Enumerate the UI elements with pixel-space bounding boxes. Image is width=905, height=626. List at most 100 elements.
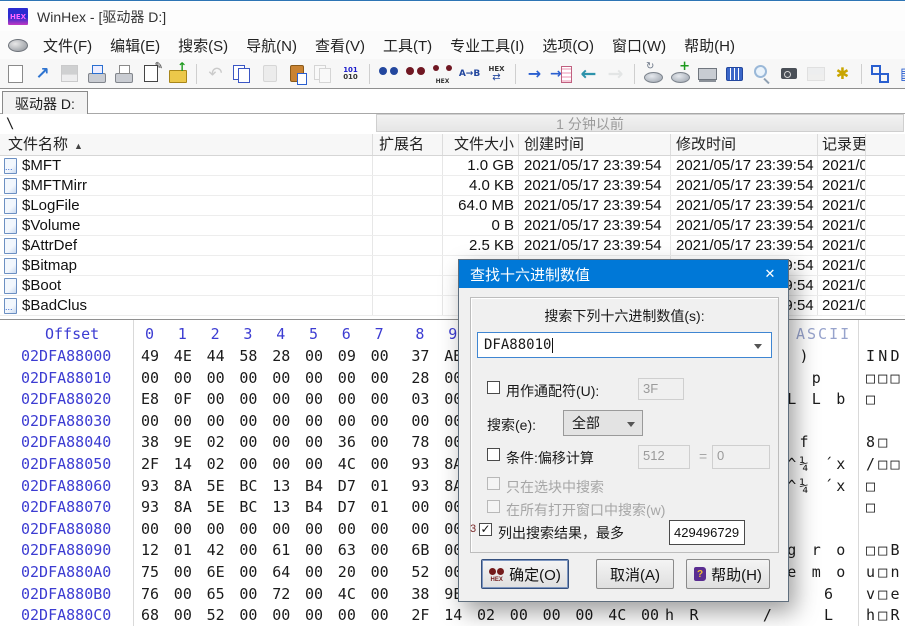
drive-icon: [8, 39, 28, 52]
edit-properties-icon[interactable]: [137, 61, 164, 87]
scope-dropdown[interactable]: 全部: [563, 410, 643, 436]
file-row[interactable]: $AttrDef2.5 KB2021/05/17 23:39:542021/05…: [0, 236, 905, 256]
column-header-3[interactable]: 创建时间: [519, 134, 671, 155]
wildcard-label: 用作通配符(U):: [506, 381, 599, 401]
chevron-down-icon[interactable]: [754, 344, 762, 349]
title-bar: HEX WinHex - [驱动器 D:]: [0, 2, 905, 31]
current-path: \: [6, 116, 14, 132]
open-disk-icon[interactable]: [640, 61, 667, 87]
cancel-button[interactable]: 取消(A): [596, 559, 674, 589]
options-gear-icon[interactable]: [829, 61, 856, 87]
hex-byte: 00: [371, 433, 389, 451]
file-ext-cell: [373, 276, 443, 295]
hex-byte: 00: [239, 433, 257, 451]
file-row[interactable]: $Volume0 B2021/05/17 23:39:542021/05/17 …: [0, 216, 905, 236]
menu-item-7[interactable]: 选项(O): [533, 32, 603, 59]
hex-offset: 02DFA880A0: [21, 563, 111, 581]
hex-row[interactable]: 02DFA880C068005200000000002F14020000004C…: [0, 606, 905, 626]
hex-byte: 4C: [338, 585, 356, 603]
tab-drive-d[interactable]: 驱动器 D:: [2, 91, 88, 115]
wildcard-checkbox[interactable]: [487, 381, 500, 394]
hex-byte: 00: [305, 606, 323, 624]
move-forward-icon: [602, 61, 629, 87]
go-to-block-icon[interactable]: [548, 61, 575, 87]
clone-disk-icon[interactable]: [667, 61, 694, 87]
file-record-time-cell: 2021/05/17 23:39:54: [818, 156, 866, 175]
close-icon[interactable]: ✕: [752, 260, 788, 288]
calculator-icon[interactable]: [721, 61, 748, 87]
menu-items: 文件(F)编辑(E)搜索(S)导航(N)查看(V)工具(T)专业工具(I)选项(…: [34, 32, 744, 59]
screenshot-camera-icon[interactable]: [775, 61, 802, 87]
open-ram-icon[interactable]: [694, 61, 721, 87]
copy-block-icon[interactable]: [229, 61, 256, 87]
print-icon[interactable]: [110, 61, 137, 87]
view-zoom-icon[interactable]: [748, 61, 775, 87]
column-header-0[interactable]: 文件名称▲: [0, 134, 373, 155]
print-preview-icon[interactable]: [83, 61, 110, 87]
window-manager-icon[interactable]: [867, 61, 894, 87]
column-header-4[interactable]: 修改时间: [671, 134, 818, 155]
menu-item-9[interactable]: 帮助(H): [675, 32, 744, 59]
hex-byte: 00: [338, 390, 356, 408]
hex-search-input[interactable]: DFA88010: [477, 332, 772, 358]
hex-byte: 00: [174, 369, 192, 387]
file-icon: [4, 258, 17, 274]
hex-byte: 00: [141, 520, 159, 538]
column-header-5[interactable]: 记录更改时间: [818, 134, 866, 155]
dialog-title-bar[interactable]: 查找十六进制数值 ✕: [459, 260, 788, 288]
menu-item-8[interactable]: 窗口(W): [603, 32, 675, 59]
replace-text-icon[interactable]: [456, 61, 483, 87]
offset-condition-checkbox[interactable]: [487, 448, 500, 461]
find-again-icon[interactable]: [402, 61, 429, 87]
menu-item-2[interactable]: 搜索(S): [169, 32, 237, 59]
paste-clipboard-icon[interactable]: [283, 61, 310, 87]
hex-byte: 00: [305, 520, 323, 538]
chevron-down-icon[interactable]: [627, 422, 635, 427]
scope-value: 全部: [572, 415, 600, 431]
file-record-time-cell: 2021/05/17 23:39:54: [818, 276, 866, 295]
list-results-checkbox[interactable]: [479, 523, 492, 536]
menu-item-4[interactable]: 查看(V): [306, 32, 374, 59]
directory-browser-icon[interactable]: [894, 61, 905, 87]
column-header-1[interactable]: 扩展名: [373, 134, 443, 155]
file-name: $Bitmap: [22, 257, 77, 274]
go-to-offset-icon[interactable]: [521, 61, 548, 87]
file-row[interactable]: $MFTMirr4.0 KB2021/05/17 23:39:542021/05…: [0, 176, 905, 196]
hex-byte: 9E: [174, 433, 192, 451]
hex-byte: 00: [371, 455, 389, 473]
hex-byte: 6B: [411, 541, 429, 559]
hex-byte: 72: [272, 585, 290, 603]
hex-byte: 00: [272, 390, 290, 408]
column-header-2[interactable]: 文件大小: [443, 134, 519, 155]
file-row[interactable]: $LogFile64.0 MB2021/05/17 23:39:542021/0…: [0, 196, 905, 216]
menu-item-3[interactable]: 导航(N): [237, 32, 306, 59]
hex-byte: 13: [272, 477, 290, 495]
replace-hex-icon[interactable]: [483, 61, 510, 87]
menu-item-1[interactable]: 编辑(E): [101, 32, 169, 59]
new-file-icon[interactable]: [2, 61, 29, 87]
move-back-icon[interactable]: [575, 61, 602, 87]
hex-byte: 28: [272, 347, 290, 365]
file-row[interactable]: $MFT1.0 GB2021/05/17 23:39:542021/05/17 …: [0, 156, 905, 176]
menu-item-5[interactable]: 工具(T): [374, 32, 441, 59]
copy-hex-values-icon[interactable]: [337, 61, 364, 87]
scope-label: 搜索(e):: [487, 415, 536, 435]
hex-byte: 93: [141, 477, 159, 495]
hex-byte: 00: [338, 520, 356, 538]
max-results-input[interactable]: 429496729: [669, 520, 745, 545]
export-folder-icon[interactable]: [164, 61, 191, 87]
hex-byte: 00: [575, 606, 593, 624]
copy-file-icon: [310, 61, 337, 87]
hex-byte: 49: [141, 347, 159, 365]
open-folder-icon[interactable]: [29, 61, 56, 87]
hex-byte: 12: [141, 541, 159, 559]
ok-button[interactable]: HEX 确定(O): [481, 559, 569, 589]
snapshot-time-bar[interactable]: 1 分钟以前: [376, 114, 904, 132]
help-button[interactable]: ? 帮助(H): [686, 559, 770, 589]
menu-item-0[interactable]: 文件(F): [34, 32, 101, 59]
file-ext-cell: [373, 216, 443, 235]
ok-button-label: 确定(O): [509, 564, 561, 585]
find-text-icon[interactable]: [375, 61, 402, 87]
find-hex-values-icon[interactable]: HEX: [429, 61, 456, 87]
menu-item-6[interactable]: 专业工具(I): [441, 32, 533, 59]
